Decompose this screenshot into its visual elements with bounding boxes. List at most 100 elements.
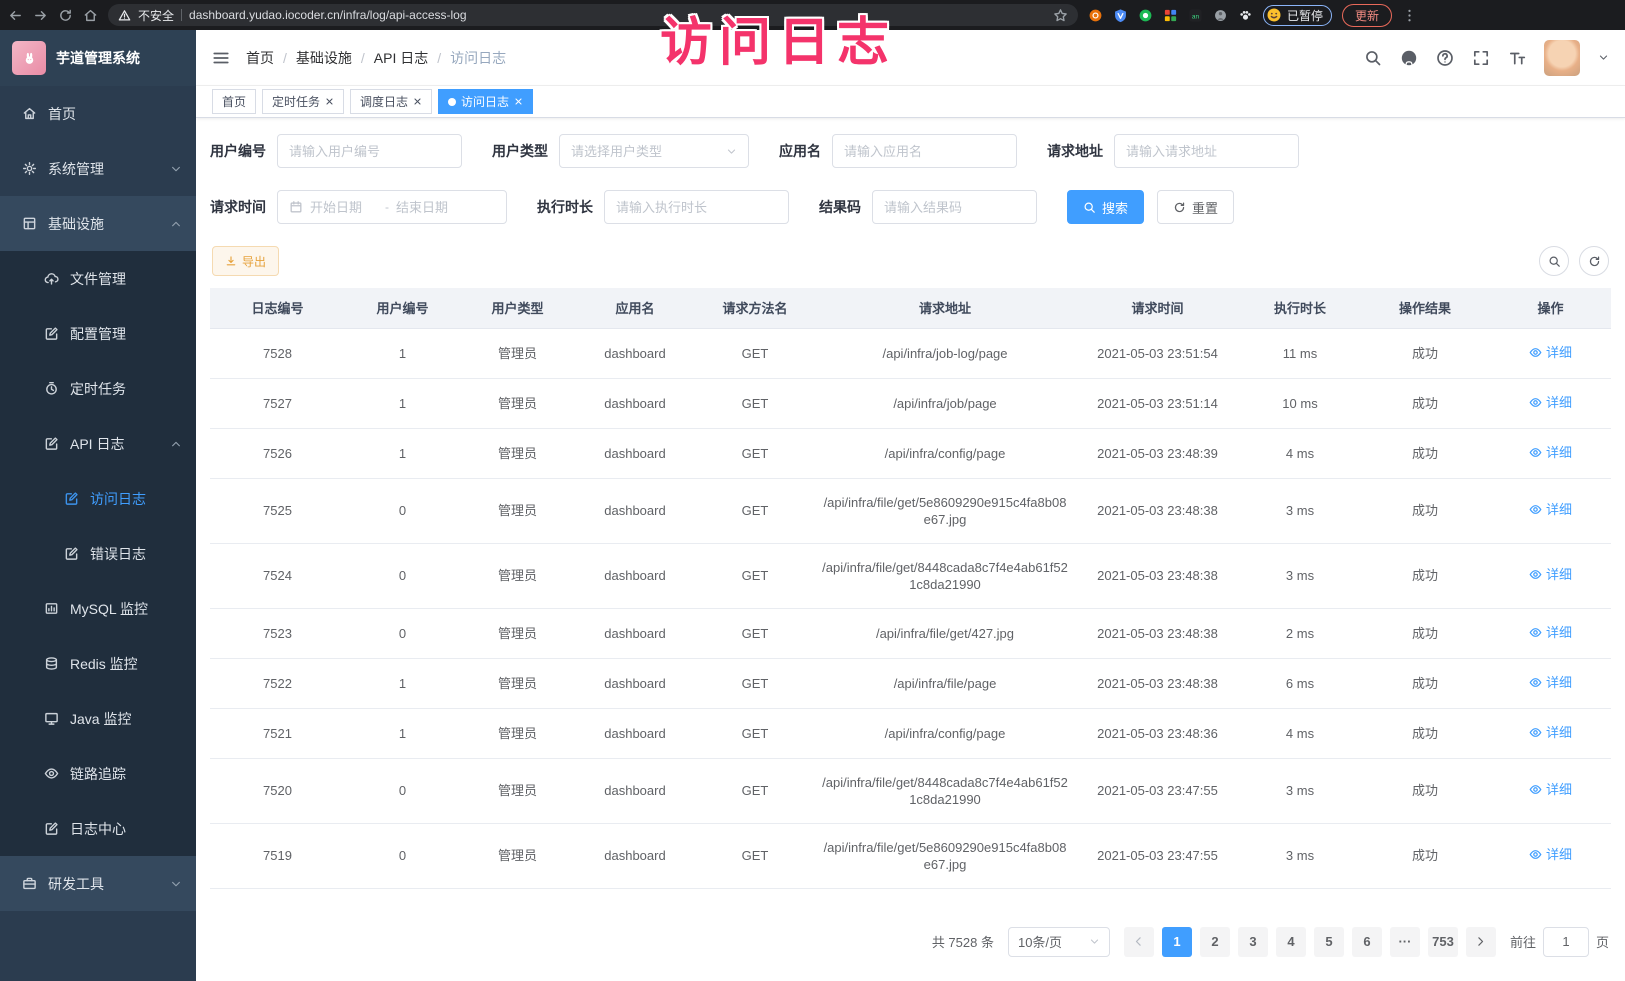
page-button-5[interactable]: 5 (1314, 927, 1344, 957)
sidebar-item-1[interactable]: 系统管理 (0, 141, 196, 196)
apps-grid-icon[interactable] (1163, 8, 1178, 23)
sidebar-item-13[interactable]: 日志中心 (0, 801, 196, 856)
table-cell: 2021-05-03 23:47:55 (1075, 823, 1240, 888)
github-icon[interactable] (1400, 49, 1418, 67)
breadcrumb-item[interactable]: API 日志 (374, 48, 428, 68)
detail-link[interactable]: 详细 (1529, 781, 1572, 798)
chrome-update-button[interactable]: 更新 (1342, 4, 1392, 27)
page-content: 用户编号 用户类型 应用名 请求地址 (196, 118, 1625, 981)
sidebar-item-4[interactable]: 配置管理 (0, 306, 196, 361)
forward-icon[interactable] (33, 8, 48, 23)
reset-button[interactable]: 重置 (1157, 190, 1234, 224)
shield-extension-icon[interactable] (1113, 8, 1128, 23)
tag-item[interactable]: 访问日志 (438, 89, 533, 114)
font-size-icon[interactable] (1508, 49, 1526, 67)
sidebar-item-10[interactable]: Redis 监控 (0, 636, 196, 691)
user-avatar[interactable] (1544, 40, 1580, 76)
page-button-753[interactable]: 753 (1428, 927, 1458, 957)
sidebar-item-7[interactable]: 访问日志 (0, 471, 196, 526)
sidebar-item-3[interactable]: 文件管理 (0, 251, 196, 306)
browser-menu-kebab-icon[interactable] (1402, 8, 1417, 23)
close-icon[interactable] (413, 97, 422, 106)
back-icon[interactable] (8, 8, 23, 23)
sidebar-item-11[interactable]: Java 监控 (0, 691, 196, 746)
search-button[interactable]: 搜索 (1067, 190, 1144, 224)
table-cell: 2021-05-03 23:48:38 (1075, 658, 1240, 708)
breadcrumb-item[interactable]: 基础设施 (296, 48, 352, 68)
prev-page-button[interactable] (1124, 927, 1154, 957)
detail-link[interactable]: 详细 (1529, 846, 1572, 863)
detail-link[interactable]: 详细 (1529, 501, 1572, 518)
chevron-down-icon[interactable] (1598, 52, 1609, 63)
table-cell: 管理员 (460, 543, 575, 608)
export-button[interactable]: 导出 (212, 246, 279, 276)
tag-item[interactable]: 首页 (212, 89, 256, 114)
page-button-4[interactable]: 4 (1276, 927, 1306, 957)
user-id-input[interactable] (289, 144, 450, 159)
profile-paused-badge[interactable]: 已暂停 (1263, 5, 1332, 26)
sidebar-item-label: 基础设施 (48, 214, 104, 234)
refresh-table-button[interactable] (1579, 246, 1609, 276)
hamburger-icon[interactable] (212, 49, 230, 67)
fullscreen-icon[interactable] (1472, 49, 1490, 67)
app-logo[interactable]: 芋道管理系统 (0, 30, 196, 86)
bookmark-star-icon[interactable] (1053, 8, 1068, 23)
ubuntu-orange-icon[interactable] (1088, 8, 1103, 23)
column-header: 日志编号 (210, 288, 345, 328)
table-cell: 管理员 (460, 758, 575, 823)
table-cell: 详细 (1490, 478, 1611, 543)
android-badge-icon[interactable]: an (1188, 8, 1203, 23)
page-button-1[interactable]: 1 (1162, 927, 1192, 957)
sidebar-item-8[interactable]: 错误日志 (0, 526, 196, 581)
toggle-search-button[interactable] (1539, 246, 1569, 276)
table-cell: 6 ms (1240, 658, 1360, 708)
date-range-picker[interactable]: - (277, 190, 507, 224)
page-button-3[interactable]: 3 (1238, 927, 1268, 957)
page-button-2[interactable]: 2 (1200, 927, 1230, 957)
tag-item[interactable]: 定时任务 (262, 89, 344, 114)
start-date-input[interactable] (310, 200, 378, 215)
address-bar[interactable]: 不安全 dashboard.yudao.iocoder.cn/infra/log… (108, 4, 1078, 26)
sidebar-item-9[interactable]: MySQL 监控 (0, 581, 196, 636)
pager-more-button[interactable]: ··· (1390, 927, 1420, 957)
detail-link[interactable]: 详细 (1529, 674, 1572, 691)
detail-link[interactable]: 详细 (1529, 624, 1572, 641)
detail-link[interactable]: 详细 (1529, 444, 1572, 461)
table-cell: dashboard (575, 428, 695, 478)
goto-page-input[interactable] (1543, 927, 1589, 957)
close-icon[interactable] (325, 97, 334, 106)
page-size-select[interactable]: 10条/页 (1008, 927, 1110, 957)
detail-link[interactable]: 详细 (1529, 566, 1572, 583)
chevron-up-icon (170, 438, 182, 450)
page-button-6[interactable]: 6 (1352, 927, 1382, 957)
sidebar-item-6[interactable]: API 日志 (0, 416, 196, 471)
duration-input[interactable] (616, 200, 777, 215)
close-icon[interactable] (514, 97, 523, 106)
table-cell: /api/infra/job/page (815, 378, 1075, 428)
sidebar-item-0[interactable]: 首页 (0, 86, 196, 141)
sidebar-item-2[interactable]: 基础设施 (0, 196, 196, 251)
reload-icon[interactable] (58, 8, 73, 23)
browser-home-icon[interactable] (83, 8, 98, 23)
help-icon[interactable] (1436, 49, 1454, 67)
sidebar-item-12[interactable]: 链路追踪 (0, 746, 196, 801)
sidebar-item-14[interactable]: 研发工具 (0, 856, 196, 911)
end-date-input[interactable] (396, 200, 464, 215)
sidebar-item-5[interactable]: 定时任务 (0, 361, 196, 416)
detail-link[interactable]: 详细 (1529, 344, 1572, 361)
detail-link[interactable]: 详细 (1529, 394, 1572, 411)
result-code-input[interactable] (884, 200, 1025, 215)
filter-user-type: 用户类型 (492, 134, 749, 168)
breadcrumb-item[interactable]: 首页 (246, 48, 274, 68)
user-type-select[interactable] (559, 134, 749, 168)
app-name-input[interactable] (844, 144, 1005, 159)
next-page-button[interactable] (1466, 927, 1496, 957)
request-url-input[interactable] (1126, 144, 1287, 159)
paw-extension-icon[interactable] (1238, 8, 1253, 23)
tag-item[interactable]: 调度日志 (350, 89, 432, 114)
detail-link[interactable]: 详细 (1529, 724, 1572, 741)
table-cell: GET (695, 328, 815, 378)
search-icon[interactable] (1364, 49, 1382, 67)
green-circle-extension-icon[interactable] (1138, 8, 1153, 23)
gray-extension-icon[interactable] (1213, 8, 1228, 23)
